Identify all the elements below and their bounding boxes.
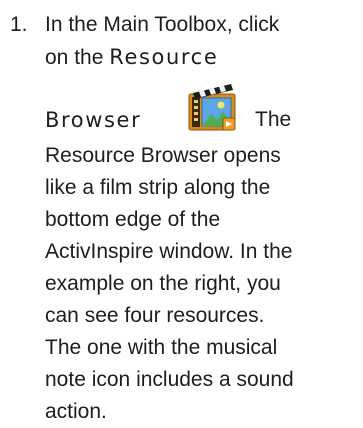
step-text: In the Main Toolbox, click on the Resour… — [45, 9, 359, 428]
resource-browser-icon — [183, 78, 241, 136]
step-line-3: Browser The — [45, 74, 359, 140]
resource-term: Resource — [109, 45, 219, 69]
step-number: 1. — [10, 13, 28, 36]
step-line-4: Resource Browser opens — [45, 144, 281, 167]
step-line-10: The one with the musical — [45, 336, 278, 359]
step-line-3-after: The — [255, 108, 292, 131]
step-line-9: can see four resources. — [45, 304, 265, 327]
step-line-5: like a film strip along the — [45, 176, 271, 199]
browser-term: Browser — [45, 108, 142, 132]
step-line-2: on the Resource — [45, 41, 359, 74]
step-line-6: bottom edge of the — [45, 208, 221, 231]
step-line-11: note icon includes a sound — [45, 368, 294, 391]
step-line-12: action. — [45, 400, 107, 423]
step-line-2-prefix: on the — [45, 46, 110, 69]
step-line-7: ActivInspire window. In the — [45, 240, 293, 263]
step-line-8: example on the right, you — [45, 272, 281, 295]
step-line-1: In the Main Toolbox, click — [45, 13, 280, 36]
